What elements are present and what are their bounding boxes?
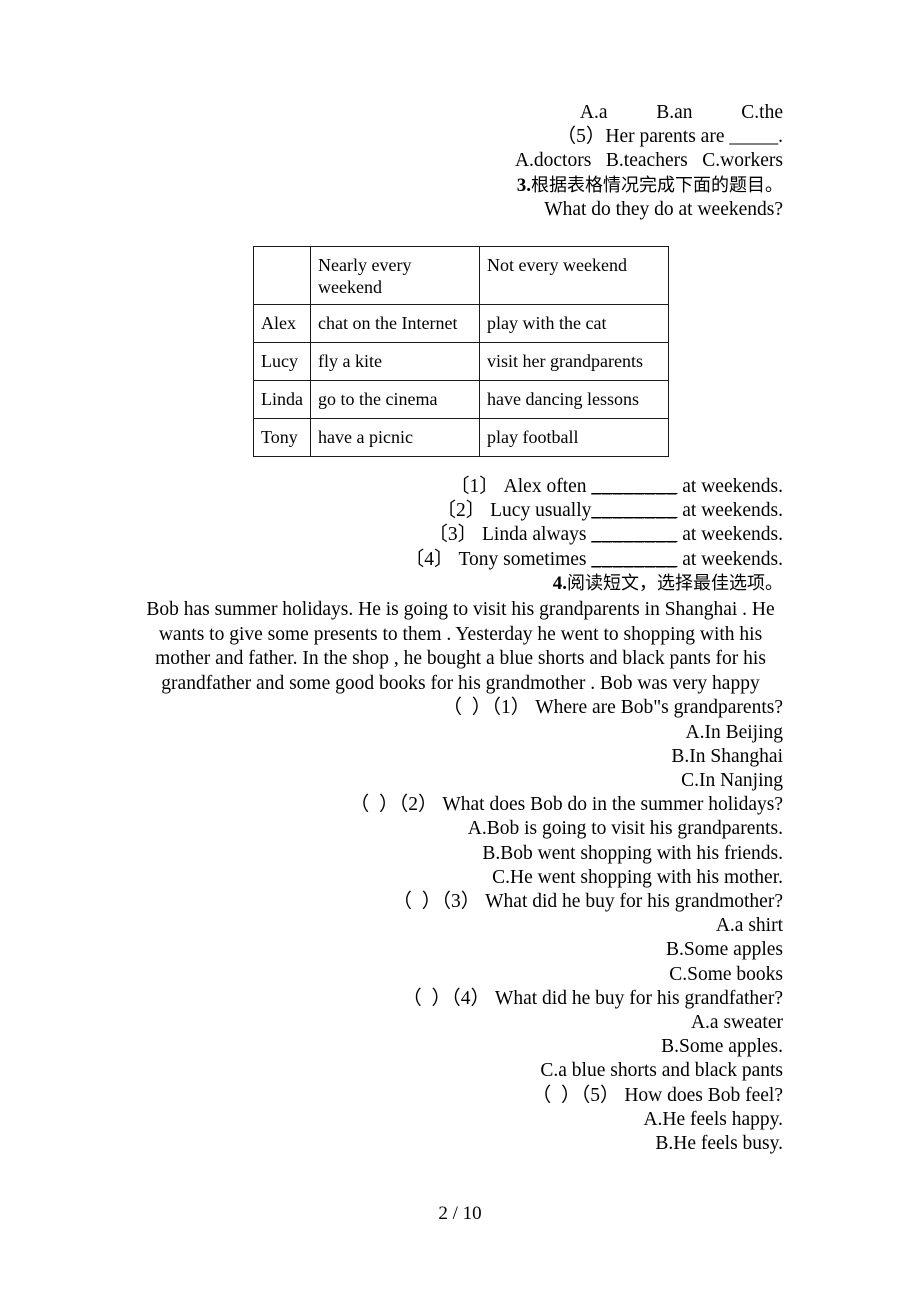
fill-item-text-after: at weekends. bbox=[682, 476, 783, 498]
section-3-heading: 3.根据表格情况完成下面的题目。 bbox=[138, 174, 783, 198]
question-5-stem: （5）Her parents are _____. bbox=[556, 126, 783, 148]
mc-question-stem: （ ）（1） Where are Bob"s grandparents? bbox=[138, 696, 783, 720]
fill-item-text-after: at weekends. bbox=[682, 524, 783, 546]
mc-option[interactable]: C.In Nanjing bbox=[138, 769, 783, 793]
mc-question-stem: （ ）（4） What did he buy for his grandfath… bbox=[138, 987, 783, 1011]
section-4-heading-text: 阅读短文，选择最佳选项。 bbox=[567, 572, 783, 594]
document-page: A.a B.an C.the （5）Her parents are _____.… bbox=[0, 0, 920, 1302]
fill-item: 〔4〕 Tony sometimes ________ at weekends. bbox=[138, 548, 783, 572]
fill-item-text-before: Alex often bbox=[503, 476, 587, 498]
mc-question-stem: （ ）（3） What did he buy for his grandmoth… bbox=[138, 890, 783, 914]
weekend-activities-table: Nearly every weekend Not every weekend A… bbox=[253, 246, 669, 458]
fill-item: 〔3〕 Linda always ________ at weekends. bbox=[138, 523, 783, 547]
fill-item-marker: 〔1〕 bbox=[450, 476, 499, 498]
table-row: Linda go to the cinema have dancing less… bbox=[253, 380, 669, 420]
mc-option[interactable]: B.Some apples bbox=[138, 938, 783, 962]
mc-option[interactable]: B.Bob went shopping with his friends. bbox=[138, 842, 783, 866]
fill-item-blank[interactable]: ________ bbox=[591, 524, 677, 545]
mc-question-stem: （ ）（2） What does Bob do in the summer ho… bbox=[138, 793, 783, 817]
mc-option[interactable]: C.a blue shorts and black pants bbox=[138, 1059, 783, 1083]
table-header-cell-nearly: Nearly every weekend bbox=[310, 246, 480, 306]
mc-option[interactable]: B.He feels busy. bbox=[138, 1132, 783, 1156]
table-row: Tony have a picnic play football bbox=[253, 418, 669, 458]
table-row: Lucy fly a kite visit her grandparents bbox=[253, 342, 669, 382]
mc-option[interactable]: C.Some books bbox=[138, 963, 783, 987]
mc-question-text: What did he buy for his grandmother? bbox=[485, 891, 783, 913]
table-cell-name: Linda bbox=[253, 380, 311, 420]
table-cell-not: play with the cat bbox=[479, 304, 669, 344]
fill-item: 〔2〕 Lucy usually________ at weekends. bbox=[138, 499, 783, 523]
mc-option[interactable]: B.In Shanghai bbox=[138, 745, 783, 769]
table-cell-not: play football bbox=[479, 418, 669, 458]
mc-option[interactable]: A.He feels happy. bbox=[138, 1108, 783, 1132]
fill-item-text-before: Tony sometimes bbox=[458, 548, 587, 570]
fill-item-blank[interactable]: ________ bbox=[591, 500, 677, 521]
fill-item-blank[interactable]: ________ bbox=[591, 476, 677, 497]
weekend-table-wrapper: Nearly every weekend Not every weekend A… bbox=[138, 246, 783, 458]
mc-question-text: What does Bob do in the summer holidays? bbox=[442, 794, 783, 816]
mc-question-marker[interactable]: （ ）（3） bbox=[393, 891, 481, 912]
mc-question-text: How does Bob feel? bbox=[624, 1084, 783, 1106]
table-cell-name: Alex bbox=[253, 304, 311, 344]
mc-option[interactable]: A.a sweater bbox=[138, 1011, 783, 1035]
table-cell-nearly: chat on the Internet bbox=[310, 304, 480, 344]
section-4-number: 4. bbox=[552, 572, 567, 594]
mc-question-stem: （ ）（5） How does Bob feel? bbox=[138, 1084, 783, 1108]
table-header-cell-not: Not every weekend bbox=[479, 246, 669, 306]
fill-item-marker: 〔3〕 bbox=[428, 524, 478, 546]
mc-question-marker[interactable]: （ ）（2） bbox=[350, 794, 438, 815]
fill-item-text-after: at weekends. bbox=[682, 500, 783, 522]
table-cell-not: visit her grandparents bbox=[479, 342, 669, 382]
section-3-prompt: What do they do at weekends? bbox=[544, 198, 783, 220]
table-cell-name: Tony bbox=[253, 418, 311, 458]
question-5-options: A.doctors B.teachers C.workers bbox=[514, 150, 783, 172]
mc-question-text: Where are Bob"s grandparents? bbox=[535, 697, 783, 719]
mc-option[interactable]: B.Some apples. bbox=[138, 1035, 783, 1059]
mc-option[interactable]: A.a shirt bbox=[138, 914, 783, 938]
reading-passage: Bob has summer holidays. He is going to … bbox=[146, 599, 775, 694]
fill-item-text-before: Linda always bbox=[482, 524, 587, 546]
fill-item-text-before: Lucy usually bbox=[490, 500, 592, 522]
carryover-options-line: A.a B.an C.the bbox=[579, 102, 783, 123]
mc-option[interactable]: C.He went shopping with his mother. bbox=[138, 866, 783, 890]
mc-question-text: What did he buy for his grandfather? bbox=[494, 987, 783, 1009]
table-cell-name: Lucy bbox=[253, 342, 311, 382]
mc-option[interactable]: A.Bob is going to visit his grandparents… bbox=[138, 817, 783, 841]
table-cell-not: have dancing lessons bbox=[479, 380, 669, 420]
fill-item: 〔1〕 Alex often ________ at weekends. bbox=[138, 475, 783, 499]
table-row: Alex chat on the Internet play with the … bbox=[253, 304, 669, 344]
fill-item-blank[interactable]: ________ bbox=[591, 549, 677, 570]
table-bottom-spacer bbox=[138, 465, 783, 475]
mc-question-marker[interactable]: （ ）（5） bbox=[532, 1085, 620, 1106]
table-header-row: Nearly every weekend Not every weekend bbox=[253, 246, 669, 306]
section-3-heading-text: 根据表格情况完成下面的题目。 bbox=[531, 174, 783, 196]
table-cell-nearly: have a picnic bbox=[310, 418, 480, 458]
section-3-number: 3. bbox=[516, 174, 531, 196]
mc-question-marker[interactable]: （ ）（1） bbox=[443, 697, 531, 718]
mc-question-marker[interactable]: （ ）（4） bbox=[402, 988, 490, 1009]
section-4-heading: 4.阅读短文，选择最佳选项。 bbox=[138, 572, 783, 596]
page-footer: 2 / 10 bbox=[438, 1203, 482, 1224]
table-cell-nearly: go to the cinema bbox=[310, 380, 480, 420]
mc-option[interactable]: A.In Beijing bbox=[138, 721, 784, 745]
page-content: A.a B.an C.the （5）Her parents are _____.… bbox=[138, 0, 783, 1156]
table-header-cell-blank bbox=[253, 246, 311, 306]
fill-item-marker: 〔4〕 bbox=[404, 548, 454, 570]
fill-item-text-after: at weekends. bbox=[682, 548, 783, 570]
fill-item-marker: 〔2〕 bbox=[436, 500, 486, 522]
table-cell-nearly: fly a kite bbox=[310, 342, 480, 382]
